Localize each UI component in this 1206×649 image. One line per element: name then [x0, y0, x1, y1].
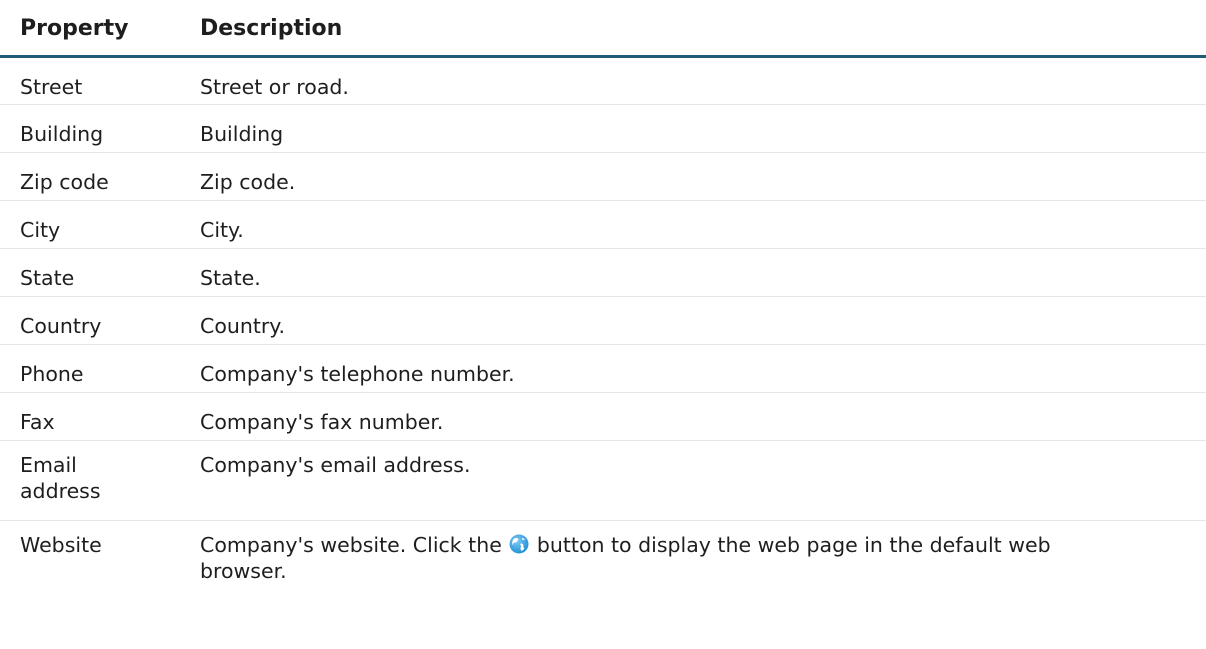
property-cell: Street [0, 56, 180, 105]
property-cell: State [0, 248, 180, 297]
description-cell: Company's email address. [180, 440, 1206, 521]
header-property: Property [0, 0, 180, 58]
property-description: Company's telephone number. [200, 362, 515, 386]
property-name: Zip code [20, 170, 109, 194]
table-header-row: Property Description [0, 0, 1206, 58]
table-row: Zip code Zip code. [0, 152, 1206, 201]
description-cell: Zip code. [180, 152, 1206, 201]
description-cell: Company's website. Click the button to d… [180, 521, 1206, 601]
property-cell: Country [0, 296, 180, 345]
property-name: Email address [20, 453, 101, 503]
description-cell: Company's telephone number. [180, 344, 1206, 393]
property-cell: Website [0, 521, 180, 601]
description-cell: City. [180, 200, 1206, 249]
property-description: Street or road. [200, 75, 349, 99]
property-name: State [20, 266, 75, 290]
property-description: Zip code. [200, 170, 296, 194]
table-row: Building Building [0, 104, 1206, 153]
table-row: Email address Company's email address. [0, 440, 1206, 521]
property-description: City. [200, 218, 244, 242]
property-cell: City [0, 200, 180, 249]
website-description-lead: Company's website. Click the [200, 533, 502, 557]
property-name: City [20, 218, 61, 242]
globe-icon [509, 534, 529, 554]
table-row: Phone Company's telephone number. [0, 344, 1206, 393]
property-name: Street [20, 75, 83, 99]
property-description: Building [200, 122, 284, 146]
property-description: Company's website. Click the button to d… [200, 532, 1060, 584]
table-row: Country Country. [0, 296, 1206, 345]
table-row: Fax Company's fax number. [0, 392, 1206, 441]
table-row: City City. [0, 200, 1206, 249]
property-description: Company's fax number. [200, 410, 444, 434]
property-cell: Fax [0, 392, 180, 441]
description-cell: State. [180, 248, 1206, 297]
property-name: Phone [20, 362, 84, 386]
description-cell: Country. [180, 296, 1206, 345]
property-name: Country [20, 314, 102, 338]
property-name: Fax [20, 410, 55, 434]
property-cell: Email address [0, 440, 180, 521]
property-name: Building [20, 122, 104, 146]
property-description: State. [200, 266, 261, 290]
property-cell: Phone [0, 344, 180, 393]
description-cell: Building [180, 104, 1206, 153]
table-row: State State. [0, 248, 1206, 297]
description-cell: Street or road. [180, 56, 1206, 105]
description-cell: Company's fax number. [180, 392, 1206, 441]
table-row: Website Company's website. Click the but… [0, 521, 1206, 601]
property-cell: Zip code [0, 152, 180, 201]
property-cell: Building [0, 104, 180, 153]
property-description: Company's email address. [200, 453, 471, 477]
property-description: Country. [200, 314, 286, 338]
header-description: Description [180, 0, 1206, 58]
table-row: Street Street or road. [0, 56, 1206, 105]
property-table: Property Description Street Street or ro… [0, 0, 1206, 601]
property-name: Website [20, 533, 102, 557]
